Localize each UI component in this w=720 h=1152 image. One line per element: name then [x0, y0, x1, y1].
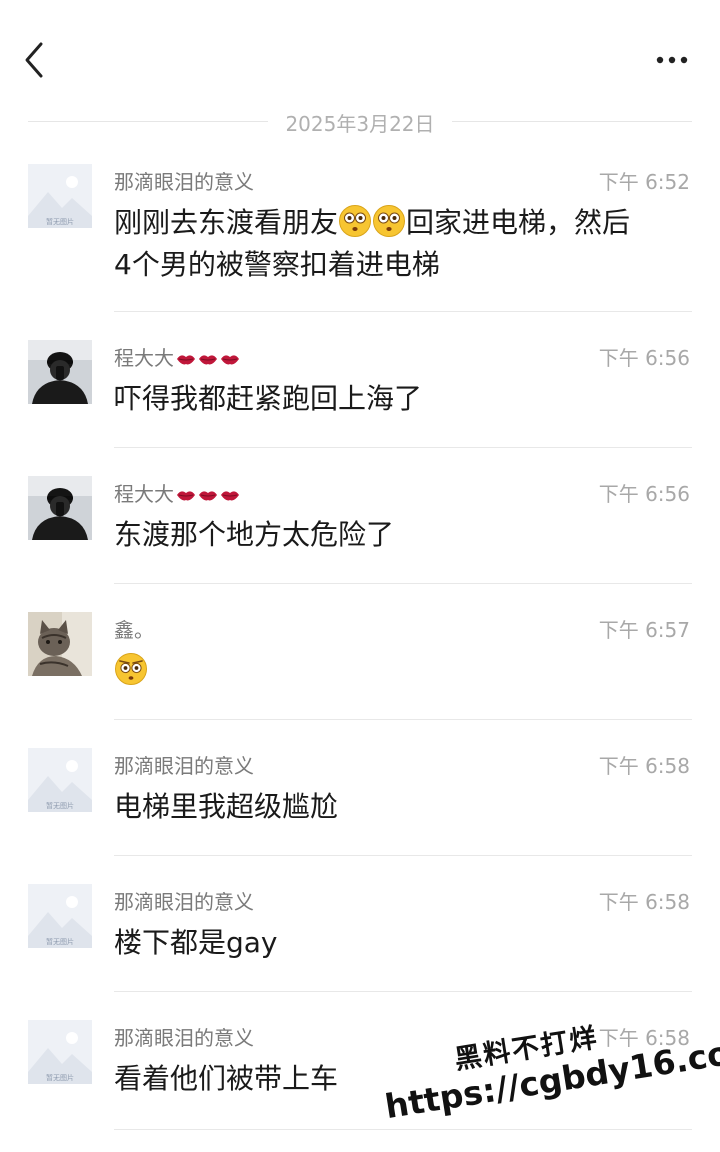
- message-text-part: 刚刚去东渡看朋友: [114, 206, 339, 239]
- message-divider: [114, 719, 692, 720]
- divider-line-right: [452, 121, 692, 122]
- message-text[interactable]: 楼下都是gay: [114, 922, 694, 964]
- placeholder-image-icon: 暂无图片: [28, 1020, 92, 1084]
- avatar[interactable]: 暂无图片: [28, 164, 92, 228]
- more-options-button[interactable]: [652, 50, 696, 70]
- kiss-mark-icon: [177, 355, 195, 365]
- person-avatar-icon: [28, 340, 92, 404]
- avatar-caption: 暂无图片: [46, 1073, 74, 1082]
- placeholder-image-icon: 暂无图片: [28, 884, 92, 948]
- cat-avatar-icon: [28, 612, 92, 676]
- avatar[interactable]: 暂无图片: [28, 748, 92, 812]
- avatar[interactable]: [28, 340, 92, 404]
- message-time: 下午 6:56: [598, 482, 690, 506]
- message-item[interactable]: 鑫。 下午 6:57: [0, 598, 720, 720]
- sender-name: 程大大: [114, 342, 240, 371]
- message-item[interactable]: 暂无图片 那滴眼泪的意义 下午 6:58 楼下都是gay: [0, 870, 720, 992]
- more-horizontal-icon: [656, 56, 688, 64]
- message-text-part: 回家进电梯，然后: [406, 206, 631, 239]
- placeholder-image-icon: 暂无图片: [28, 748, 92, 812]
- message-text[interactable]: 东渡那个地方太危险了: [114, 514, 694, 556]
- flushed-face-icon: [115, 653, 147, 685]
- date-label: 2025年3月22日: [285, 112, 435, 136]
- message-time: 下午 6:56: [598, 346, 690, 370]
- avatar-caption: 暂无图片: [46, 801, 74, 810]
- kiss-mark-icon: [199, 491, 217, 501]
- top-bar: [0, 0, 720, 110]
- flushed-face-icon: [339, 205, 372, 237]
- chat-history-screen: 2025年3月22日 暂无图片 那滴眼泪的意义 下午 6:52 刚刚去东渡看朋友…: [0, 0, 720, 1152]
- avatar-caption: 暂无图片: [46, 937, 74, 946]
- date-divider: 2025年3月22日: [0, 106, 720, 136]
- avatar[interactable]: 暂无图片: [28, 1020, 92, 1084]
- message-divider: [114, 855, 692, 856]
- message-time: 下午 6:52: [598, 170, 690, 194]
- message-time: 下午 6:58: [598, 754, 690, 778]
- message-divider: [114, 447, 692, 448]
- avatar[interactable]: [28, 612, 92, 676]
- sender-name: 那滴眼泪的意义: [114, 890, 254, 914]
- message-text[interactable]: [114, 650, 694, 692]
- message-item[interactable]: 程大大 下午 6:56 东渡那个地方太危险了: [0, 462, 720, 584]
- message-divider: [114, 991, 692, 992]
- flushed-face-icon: [373, 205, 406, 237]
- back-button[interactable]: [18, 38, 58, 82]
- message-text[interactable]: 刚刚去东渡看朋友 回家进电梯，然后 4个男的被警察扣着进电梯: [114, 202, 694, 286]
- message-text-part: 4个男的被警察扣着进电梯: [114, 248, 440, 281]
- sender-name: 那滴眼泪的意义: [114, 1026, 254, 1050]
- avatar-caption: 暂无图片: [46, 217, 74, 226]
- message-time: 下午 6:58: [598, 890, 690, 914]
- message-divider: [114, 583, 692, 584]
- kiss-mark-icon: [177, 491, 195, 501]
- sender-name-text: 程大大: [114, 346, 174, 370]
- avatar[interactable]: [28, 476, 92, 540]
- message-item[interactable]: 暂无图片 那滴眼泪的意义 下午 6:52 刚刚去东渡看朋友 回家进电梯，然后 4个男…: [0, 150, 720, 312]
- sender-name-text: 程大大: [114, 482, 174, 506]
- kiss-mark-icon: [221, 355, 239, 365]
- message-text[interactable]: 电梯里我超级尴尬: [114, 786, 694, 828]
- chevron-left-icon: [25, 42, 43, 78]
- avatar[interactable]: 暂无图片: [28, 884, 92, 948]
- person-avatar-icon: [28, 476, 92, 540]
- message-divider: [114, 311, 692, 312]
- message-item[interactable]: 暂无图片 那滴眼泪的意义 下午 6:58 电梯里我超级尴尬: [0, 734, 720, 856]
- message-item[interactable]: 程大大 下午 6:56 吓得我都赶紧跑回上海了: [0, 326, 720, 448]
- message-text[interactable]: 吓得我都赶紧跑回上海了: [114, 378, 694, 420]
- sender-name: 那滴眼泪的意义: [114, 170, 254, 194]
- sender-name: 鑫。: [114, 618, 154, 642]
- sender-name: 程大大: [114, 478, 240, 507]
- kiss-mark-icon: [221, 491, 239, 501]
- placeholder-image-icon: 暂无图片: [28, 164, 92, 228]
- kiss-mark-icon: [199, 355, 217, 365]
- sender-name: 那滴眼泪的意义: [114, 754, 254, 778]
- message-time: 下午 6:57: [598, 618, 690, 642]
